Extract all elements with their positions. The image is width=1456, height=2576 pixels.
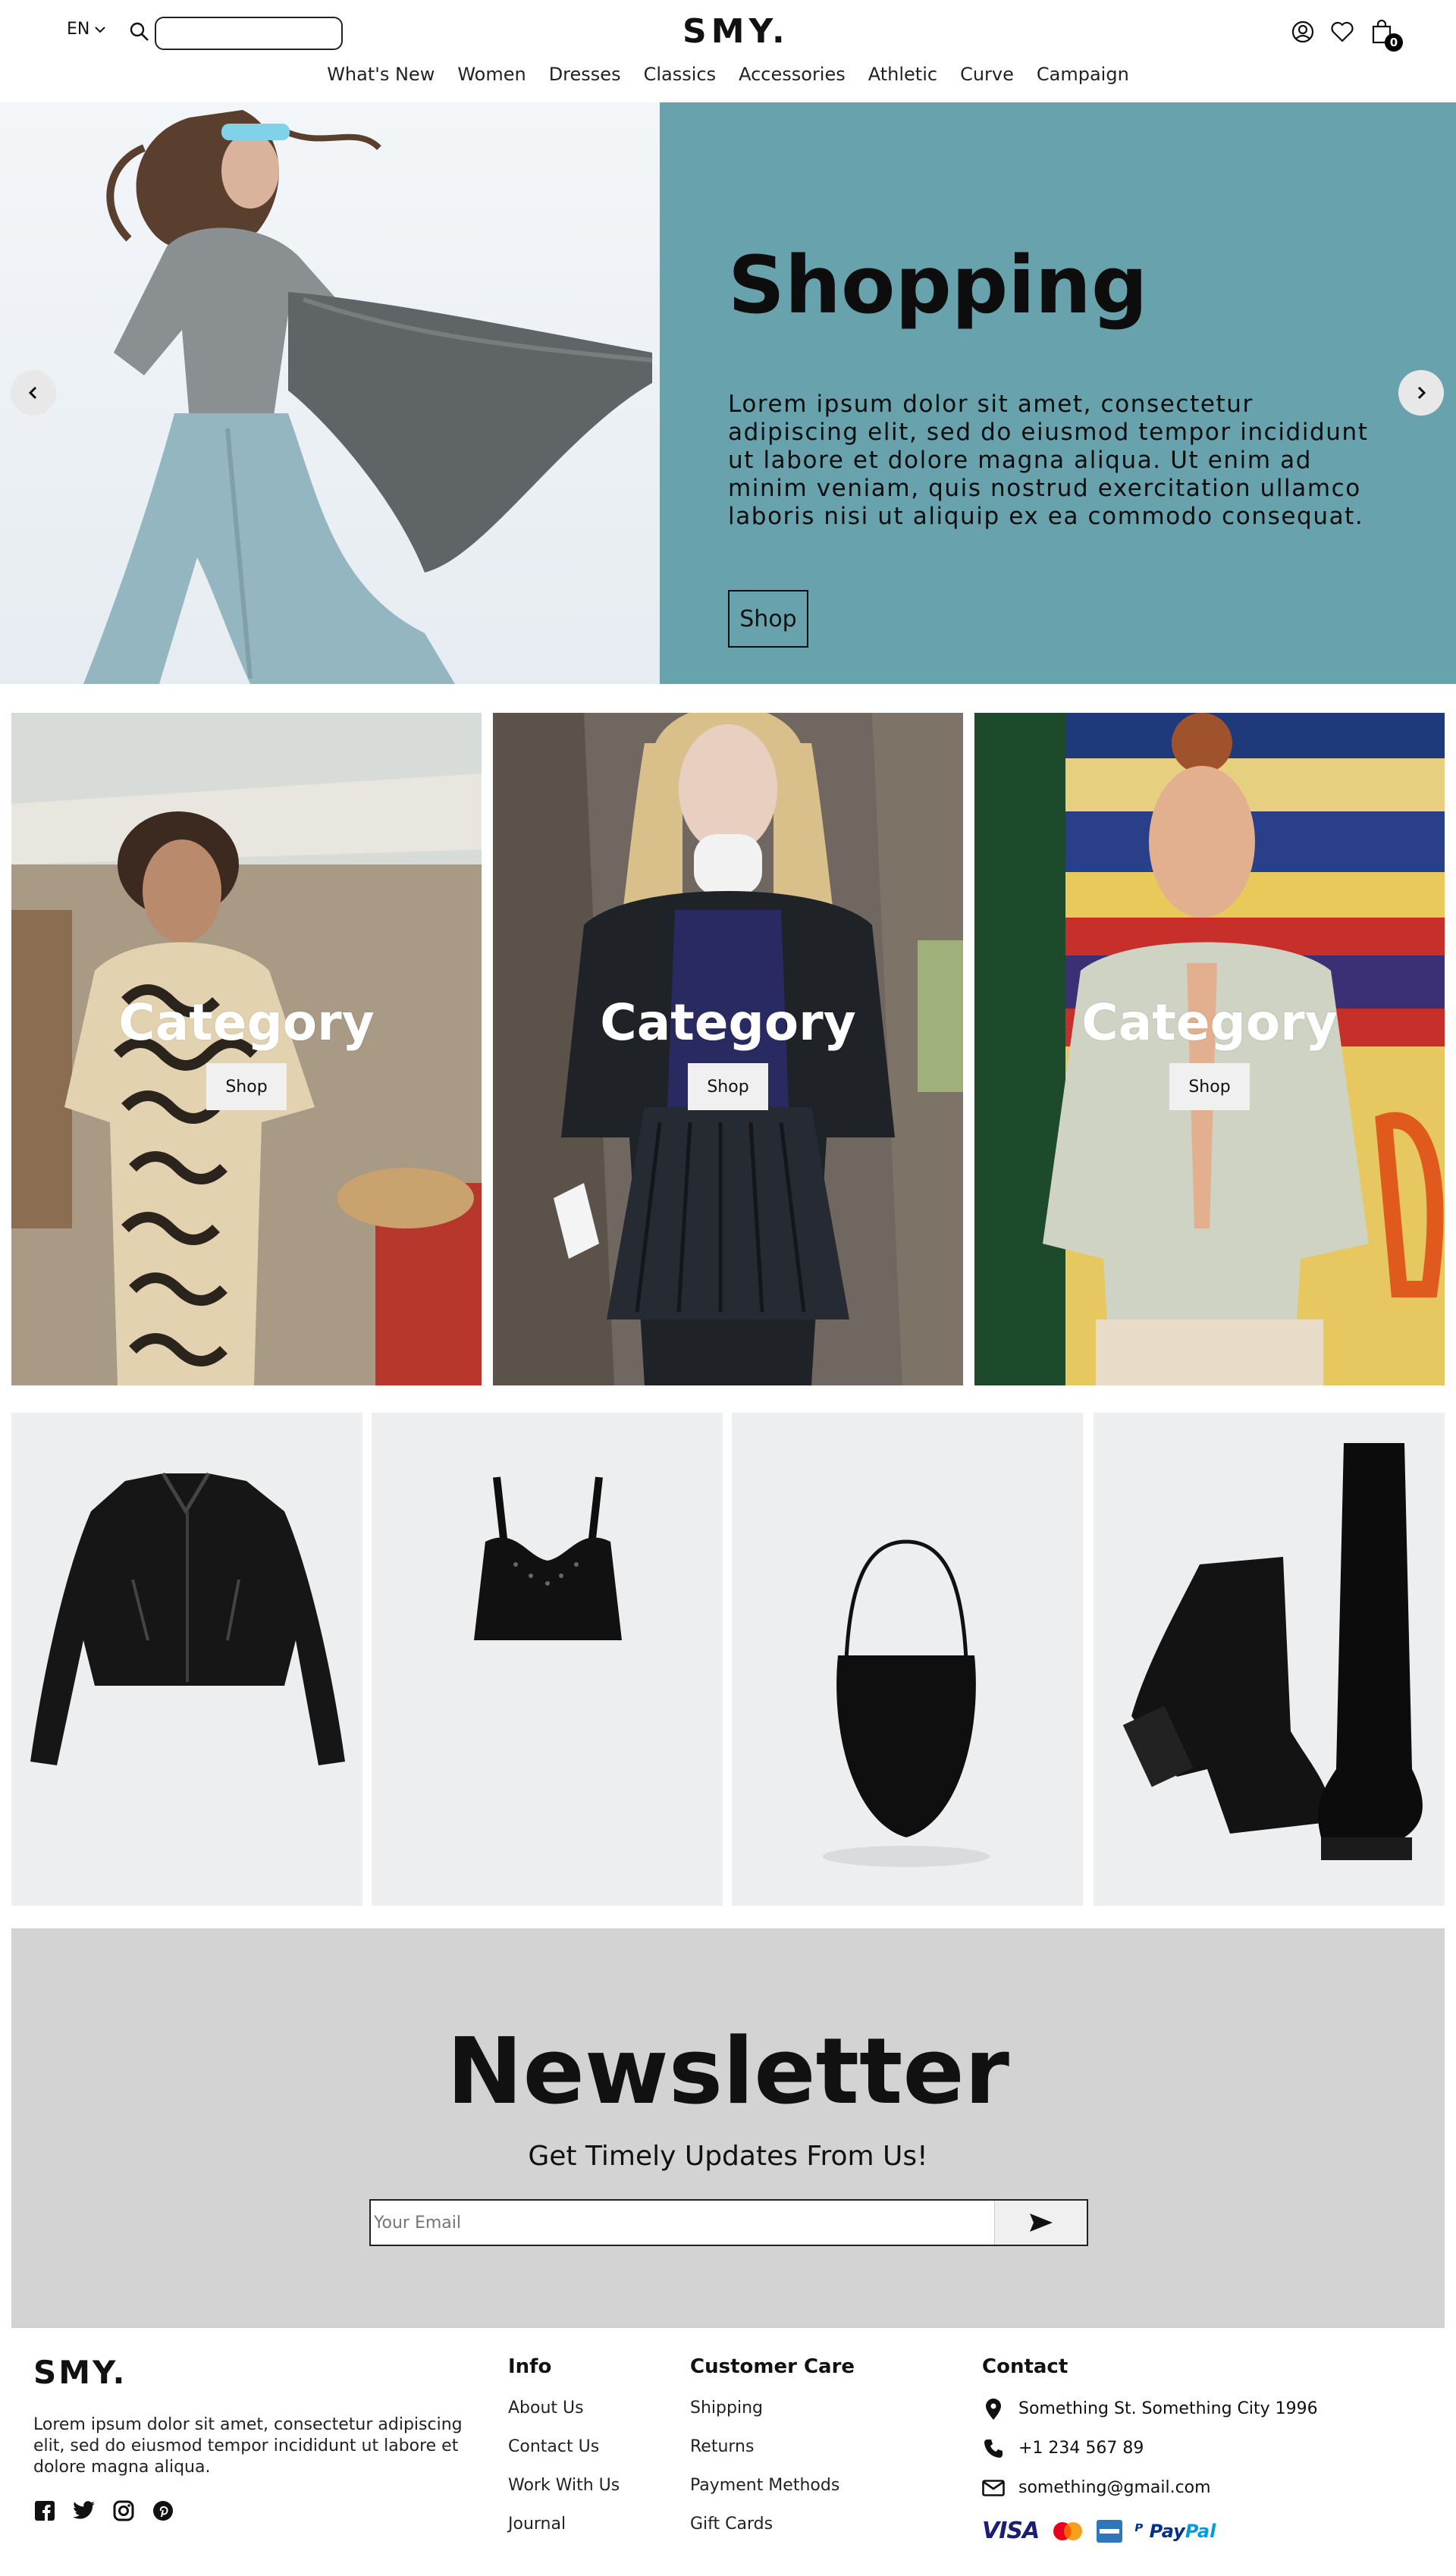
nav-item-campaign[interactable]: Campaign — [1037, 64, 1129, 85]
nav-item-curve[interactable]: Curve — [960, 64, 1014, 85]
contact-address-row: Something St. Something City 1996 — [982, 2398, 1318, 2421]
language-label: EN — [67, 20, 90, 39]
footer-care-column: Customer Care Shipping Returns Payment M… — [690, 2355, 855, 2552]
language-selector[interactable]: EN — [67, 20, 106, 39]
carousel-prev-button[interactable] — [11, 370, 56, 416]
nav-item-whats-new[interactable]: What's New — [327, 64, 435, 85]
model-illustration — [83, 110, 653, 684]
category-shop-button[interactable]: Shop — [1169, 1063, 1250, 1110]
footer-link-work-with-us[interactable]: Work With Us — [508, 2475, 620, 2496]
nav-item-dresses[interactable]: Dresses — [549, 64, 621, 85]
handbag-icon — [823, 1539, 990, 1867]
hero-description: Lorem ipsum dolor sit amet, consectetur … — [728, 391, 1369, 530]
footer-about-text: Lorem ipsum dolor sit amet, consectetur … — [33, 2415, 463, 2477]
chevron-down-icon — [95, 26, 106, 33]
nav-item-classics[interactable]: Classics — [644, 64, 717, 85]
paypal-logo: ᴾ PayPal — [1134, 2520, 1216, 2542]
footer-link-about-us[interactable]: About Us — [508, 2398, 620, 2418]
site-footer: SMY. Lorem ipsum dolor sit amet, consect… — [0, 2328, 1456, 2576]
carousel-next-button[interactable] — [1398, 370, 1444, 416]
visa-logo: VISA — [982, 2518, 1040, 2544]
hero-banner: Shopping Lorem ipsum dolor sit amet, con… — [0, 102, 1456, 684]
footer-contact-heading: Contact — [982, 2355, 1068, 2378]
mastercard-icon — [1053, 2521, 1083, 2540]
footer-link-shipping[interactable]: Shipping — [690, 2398, 855, 2418]
category-card[interactable]: Category Shop — [493, 713, 963, 1385]
footer-care-heading: Customer Care — [690, 2355, 855, 2378]
top-bar: EN SMY. 0 — [0, 0, 1456, 61]
footer-link-returns[interactable]: Returns — [690, 2436, 855, 2457]
product-card[interactable] — [732, 1413, 1083, 1906]
newsletter-section: Newsletter Get Timely Updates From Us! — [11, 1928, 1445, 2328]
leather-jacket-icon — [30, 1472, 345, 1765]
heart-icon — [1331, 21, 1354, 42]
boots-icon — [1122, 1443, 1423, 1860]
footer-link-payment-methods[interactable]: Payment Methods — [690, 2475, 855, 2496]
contact-email[interactable]: something@gmail.com — [1018, 2477, 1211, 2499]
contact-phone[interactable]: +1 234 567 89 — [1018, 2437, 1144, 2460]
email-field[interactable] — [371, 2201, 994, 2245]
amex-icon — [1097, 2519, 1123, 2543]
paypal-pal-text: Pal — [1185, 2520, 1216, 2542]
footer-contact-column: Contact Something St. Something City 199… — [982, 2355, 1318, 2516]
cart-count-badge: 0 — [1385, 33, 1403, 52]
phone-icon — [982, 2437, 1005, 2460]
category-title: Category — [1081, 993, 1338, 1052]
contact-phone-row: +1 234 567 89 — [982, 2437, 1318, 2460]
nav-item-athletic[interactable]: Athletic — [868, 64, 937, 85]
cart-button[interactable]: 0 — [1368, 18, 1403, 52]
footer-link-journal[interactable]: Journal — [508, 2514, 620, 2534]
contact-address: Something St. Something City 1996 — [1018, 2399, 1318, 2418]
footer-logo[interactable]: SMY. — [33, 2354, 127, 2391]
pinterest-icon[interactable] — [152, 2499, 174, 2522]
footer-info-heading: Info — [508, 2355, 552, 2378]
contact-email-row: something@gmail.com — [982, 2477, 1318, 2499]
search-icon[interactable] — [129, 21, 150, 42]
category-shop-button[interactable]: Shop — [206, 1063, 287, 1110]
hero-title: Shopping — [728, 239, 1148, 331]
hero-image — [0, 102, 660, 684]
send-icon — [1029, 2214, 1053, 2232]
category-shop-button[interactable]: Shop — [688, 1063, 768, 1110]
header-actions: 0 — [1289, 18, 1403, 52]
footer-link-contact-us[interactable]: Contact Us — [508, 2436, 620, 2457]
nav-item-accessories[interactable]: Accessories — [739, 64, 846, 85]
footer-link-gift-cards[interactable]: Gift Cards — [690, 2514, 855, 2534]
user-icon — [1291, 20, 1314, 43]
chevron-left-icon — [28, 386, 37, 400]
chevron-right-icon — [1417, 386, 1426, 400]
nav-item-women[interactable]: Women — [457, 64, 526, 85]
product-card[interactable] — [11, 1413, 362, 1906]
search-input[interactable] — [155, 17, 343, 50]
footer-info-column: Info About Us Contact Us Work With Us Jo… — [508, 2355, 620, 2552]
newsletter-subtitle: Get Timely Updates From Us! — [528, 2141, 928, 2172]
subscribe-button[interactable] — [994, 2201, 1087, 2245]
account-button[interactable] — [1289, 18, 1316, 45]
payment-methods: VISA ᴾ PayPal — [982, 2518, 1216, 2544]
newsletter-title: Newsletter — [447, 2019, 1009, 2125]
hero-shop-button[interactable]: Shop — [728, 590, 808, 648]
product-card[interactable] — [1094, 1413, 1445, 1906]
facebook-icon[interactable] — [33, 2499, 56, 2522]
main-nav: What's New Women Dresses Classics Access… — [0, 64, 1456, 85]
paypal-pay-text: Pay — [1149, 2520, 1185, 2542]
crop-top-icon — [474, 1476, 622, 1640]
twitter-icon[interactable] — [73, 2499, 96, 2522]
mail-icon — [982, 2477, 1005, 2499]
category-title: Category — [600, 993, 856, 1052]
newsletter-form — [369, 2199, 1088, 2246]
instagram-icon[interactable] — [112, 2499, 135, 2522]
social-links — [33, 2499, 174, 2522]
location-pin-icon — [982, 2398, 1005, 2421]
product-card[interactable] — [372, 1413, 723, 1906]
wishlist-button[interactable] — [1329, 18, 1356, 45]
category-title: Category — [118, 993, 375, 1052]
category-card[interactable]: Category Shop — [11, 713, 482, 1385]
category-card[interactable]: Category Shop — [974, 713, 1445, 1385]
logo[interactable]: SMY. — [682, 12, 789, 51]
hero-panel: Shopping Lorem ipsum dolor sit amet, con… — [660, 102, 1456, 684]
